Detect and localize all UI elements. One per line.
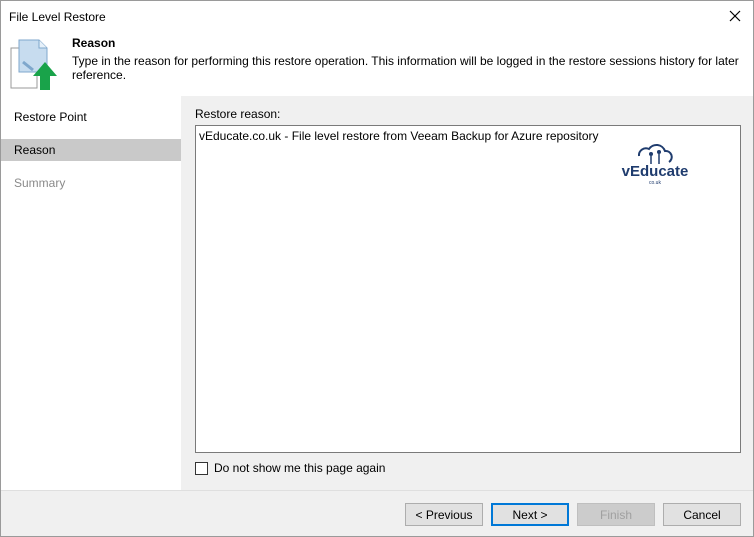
logo-wordmark: vEducate bbox=[622, 163, 689, 180]
cancel-button[interactable]: Cancel bbox=[663, 503, 741, 526]
wizard-header: Reason Type in the reason for performing… bbox=[1, 32, 753, 96]
file-restore-icon bbox=[10, 39, 57, 90]
reason-panel: Restore reason: vEducate.co.uk - File le… bbox=[181, 96, 753, 490]
logo-subtext: co.uk bbox=[649, 180, 661, 186]
step-description: Type in the reason for performing this r… bbox=[72, 54, 739, 82]
dont-show-again-checkbox[interactable] bbox=[195, 461, 208, 475]
sidebar-item-summary: Summary bbox=[14, 176, 66, 190]
wizard-steps-sidebar: Restore Point Reason Summary bbox=[1, 96, 181, 490]
dont-show-again-row[interactable]: Do not show me this page again bbox=[195, 460, 385, 476]
finish-button: Finish bbox=[577, 503, 655, 526]
next-button[interactable]: Next > bbox=[491, 503, 569, 526]
sidebar-item-reason[interactable]: Reason bbox=[1, 139, 181, 161]
sidebar-item-restore-point[interactable]: Restore Point bbox=[1, 106, 181, 128]
restore-reason-label: Restore reason: bbox=[195, 107, 281, 121]
wizard-footer: < Previous Next > Finish Cancel bbox=[1, 490, 753, 536]
step-title: Reason bbox=[72, 36, 116, 50]
title-bar: File Level Restore bbox=[1, 1, 753, 32]
dont-show-again-label[interactable]: Do not show me this page again bbox=[214, 461, 385, 475]
close-button[interactable] bbox=[721, 3, 749, 29]
close-icon bbox=[729, 10, 741, 22]
previous-button[interactable]: < Previous bbox=[405, 503, 483, 526]
veducate-logo: vEducate co.uk bbox=[622, 144, 689, 186]
window-title: File Level Restore bbox=[9, 10, 106, 24]
file-level-restore-window: File Level Restore Reason Type in the re… bbox=[0, 0, 754, 537]
